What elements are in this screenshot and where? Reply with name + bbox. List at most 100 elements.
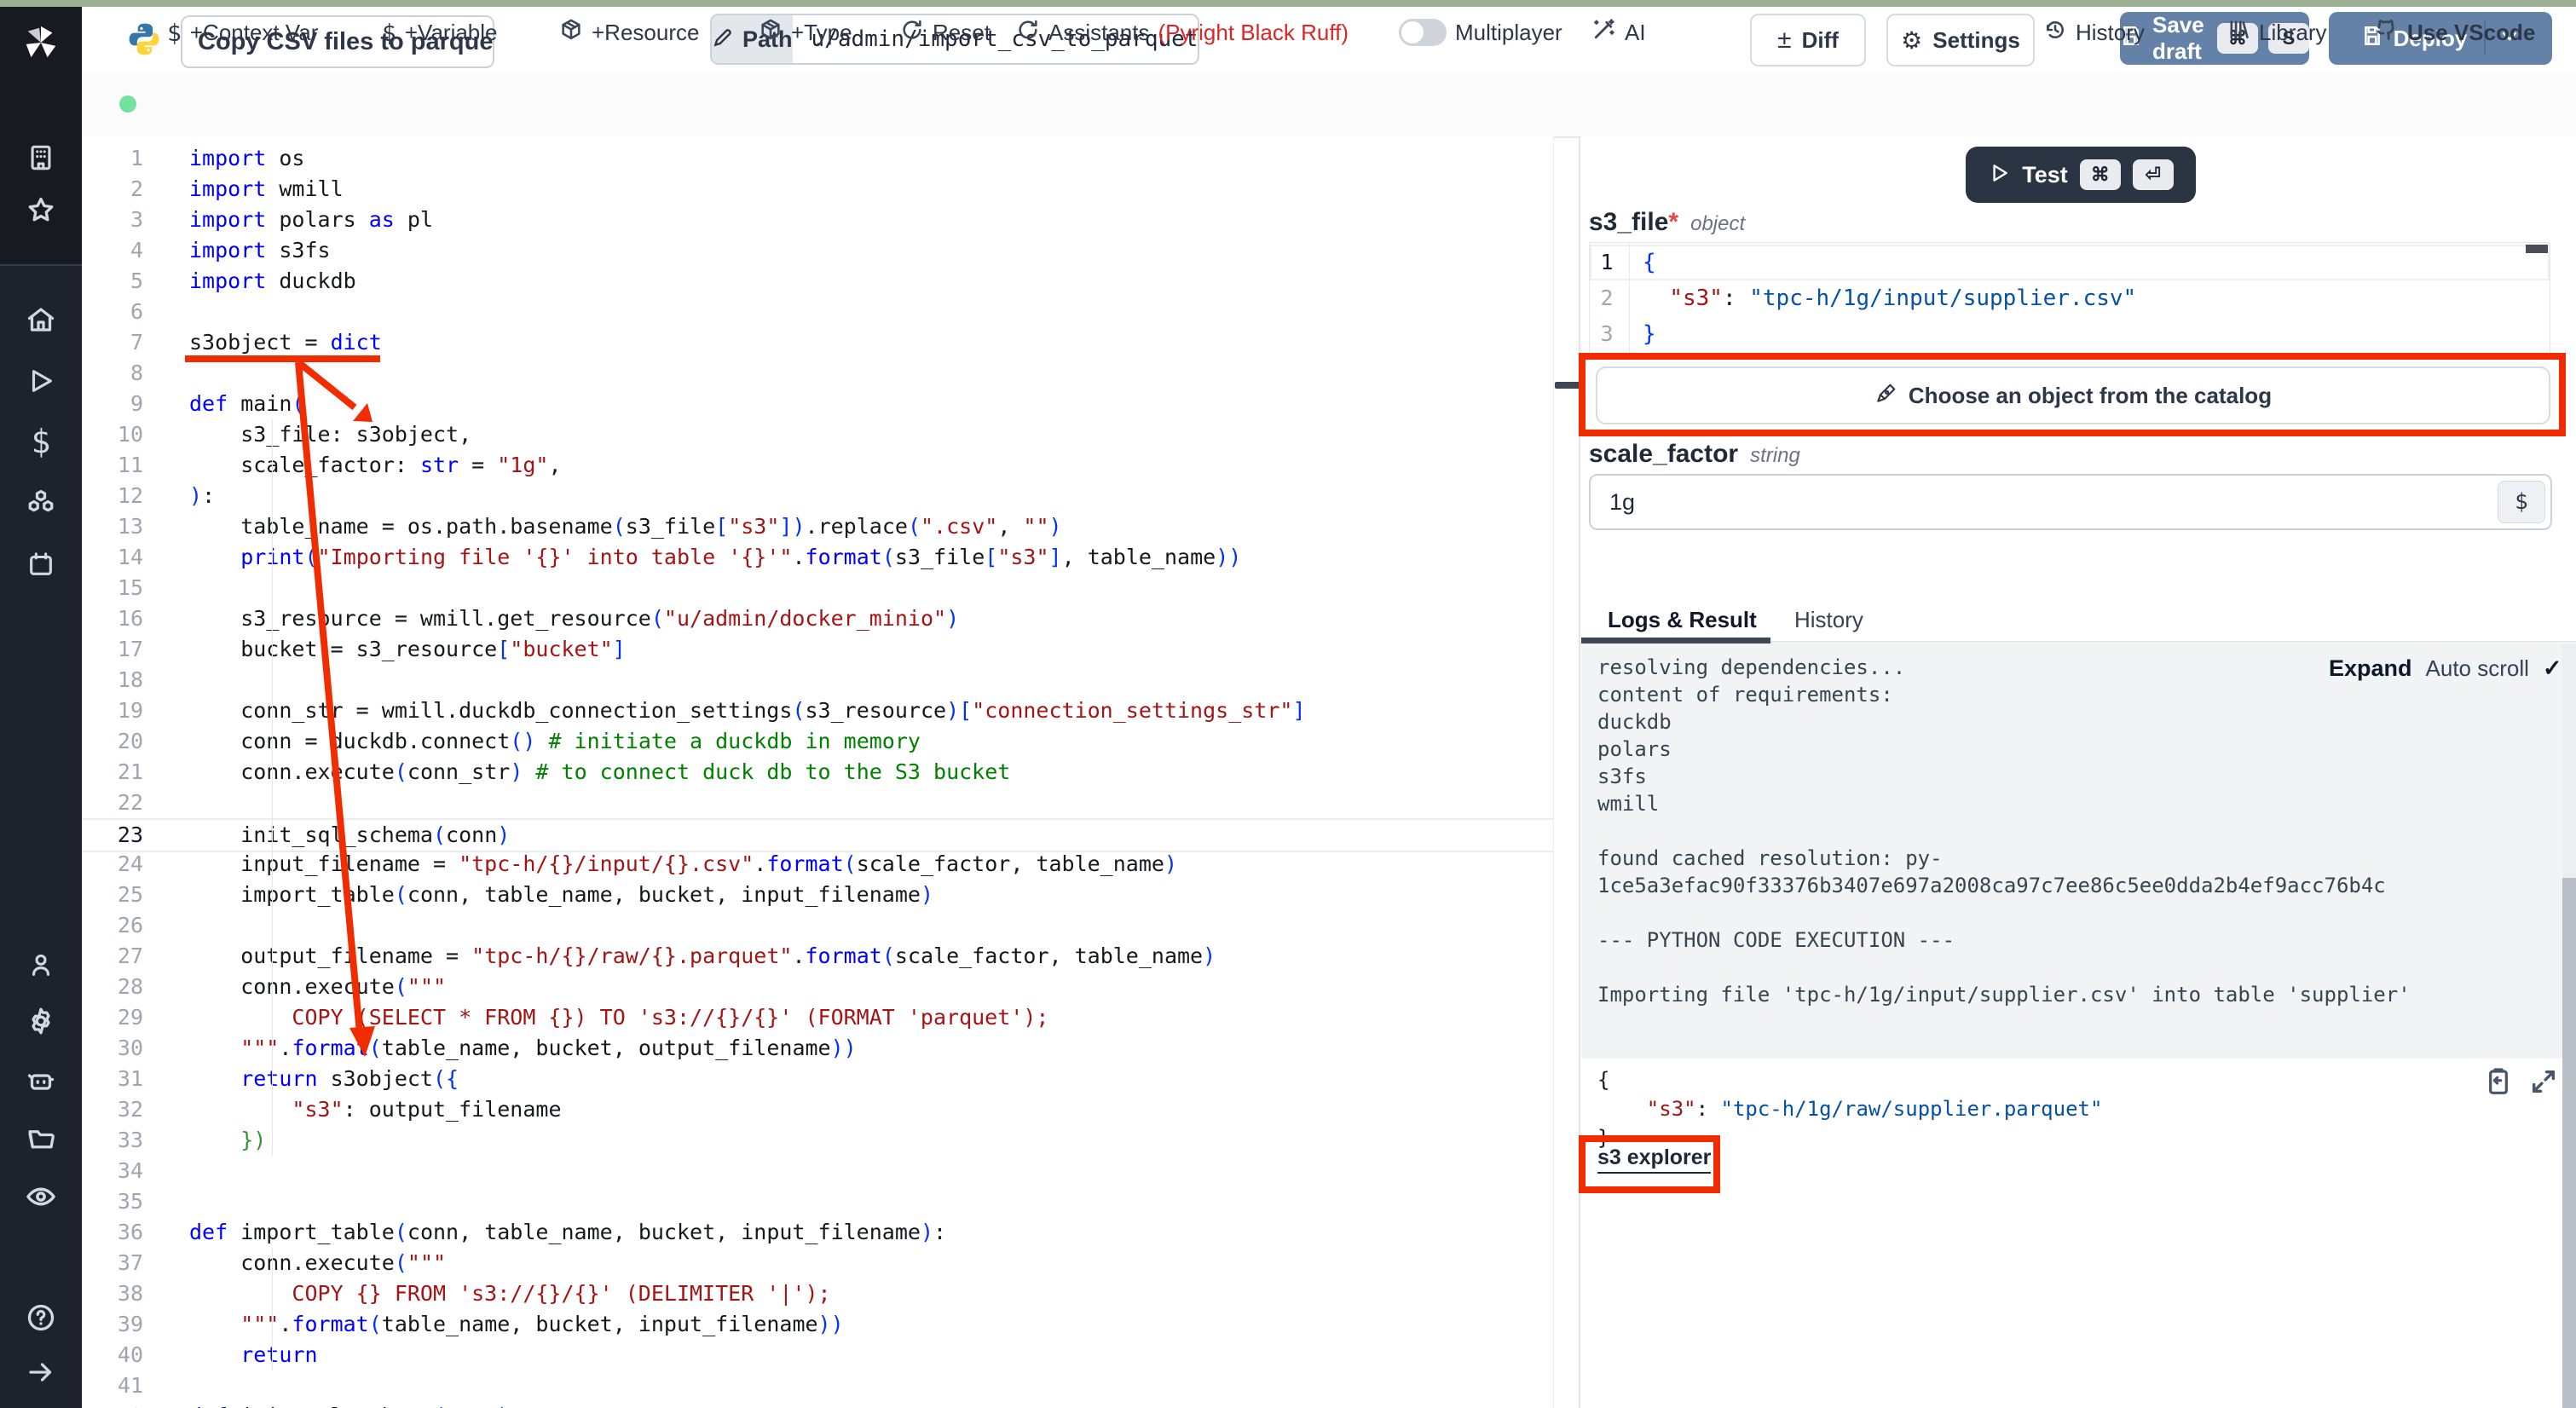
s3-explorer-link[interactable]: s3 explorer	[1597, 1145, 1711, 1174]
arg1-json-editor[interactable]: 1{2 "s3": "tpc-h/1g/input/supplier.csv"3…	[1589, 242, 2550, 355]
magic-wand-icon	[1591, 17, 1616, 49]
result-json-line: {	[1597, 1065, 2102, 1094]
add-type-button[interactable]: +Type	[759, 0, 852, 65]
code-line[interactable]: 2import wmill	[82, 174, 1553, 205]
sidebar-item-favorites[interactable]	[0, 187, 82, 234]
panel-divider[interactable]	[1579, 136, 1580, 1408]
code-line[interactable]: 12):	[82, 481, 1553, 511]
code-line[interactable]: 30 """.format(table_name, bucket, output…	[82, 1033, 1553, 1064]
code-line[interactable]: 8	[82, 358, 1553, 389]
code-line[interactable]: 41	[82, 1370, 1553, 1401]
library-button[interactable]: Library	[2227, 0, 2326, 65]
expand-logs-button[interactable]: Expand	[2329, 655, 2412, 682]
sidebar-item-home[interactable]	[0, 296, 82, 343]
code-line[interactable]: 19 conn_str = wmill.duckdb_connection_se…	[82, 695, 1553, 726]
panel-divider-handle[interactable]	[1555, 382, 1580, 389]
sidebar-item-workers[interactable]	[0, 1057, 82, 1105]
diff-button[interactable]: ± Diff	[1750, 14, 1866, 66]
reset-button[interactable]: Reset	[900, 0, 991, 65]
code-line[interactable]: 39 """.format(table_name, bucket, input_…	[82, 1309, 1553, 1340]
code-line[interactable]: 17 bucket = s3_resource["bucket"]	[82, 634, 1553, 665]
code-line[interactable]: 36def import_table(conn, table_name, buc…	[82, 1217, 1553, 1248]
code-line[interactable]: 10 s3_file: s3object,	[82, 419, 1553, 450]
test-button[interactable]: Test ⌘ ⏎	[1966, 147, 2196, 203]
code-line[interactable]: 24 input_filename = "tpc-h/{}/input/{}.c…	[82, 849, 1553, 880]
panel-scrollbar-thumb[interactable]	[2562, 878, 2576, 1408]
code-line[interactable]: 26	[82, 910, 1553, 941]
copy-result-button[interactable]	[2485, 1065, 2512, 1102]
add-context-var-button[interactable]: $ +Context Var	[167, 0, 318, 65]
code-line[interactable]: 23 init_sql_schema(conn)	[82, 818, 1553, 852]
autoscroll-checkbox[interactable]: ✓	[2543, 655, 2562, 682]
help-icon[interactable]	[0, 1294, 82, 1342]
choose-object-button[interactable]: Choose an object from the catalog	[1596, 366, 2550, 424]
multiplayer-toggle[interactable]: Multiplayer	[1399, 0, 1562, 65]
json-editor-line[interactable]: 1{	[1590, 245, 2550, 280]
code-line[interactable]: 9def main(	[82, 389, 1553, 419]
code-line[interactable]: 5import duckdb	[82, 266, 1553, 297]
autoscroll-label: Auto scroll	[2426, 655, 2529, 682]
mini-scrollbar-thumb[interactable]	[2526, 245, 2548, 253]
code-line[interactable]: 40 return	[82, 1340, 1553, 1370]
code-line[interactable]: 25 import_table(conn, table_name, bucket…	[82, 880, 1553, 910]
sidebar-item-settings[interactable]	[0, 997, 82, 1045]
sidebar-item-users[interactable]	[0, 941, 82, 989]
ai-button[interactable]: AI	[1591, 0, 1646, 65]
code-line[interactable]: 16 s3_resource = wmill.get_resource("u/a…	[82, 603, 1553, 634]
add-resource-button[interactable]: +Resource	[559, 0, 699, 65]
code-line[interactable]: 38 COPY {} FROM 's3://{}/{}' (DELIMITER …	[82, 1278, 1553, 1309]
code-line[interactable]: 6	[82, 297, 1553, 327]
code-line[interactable]: 14 print("Importing file '{}' into table…	[82, 542, 1553, 573]
code-line[interactable]: 3import polars as pl	[82, 205, 1553, 235]
code-line[interactable]: 22	[82, 788, 1553, 818]
code-line[interactable]: 7s3object = dict	[82, 327, 1553, 358]
assistants-button[interactable]: Assistants (Pyright Black Ruff)	[1016, 0, 1349, 65]
code-line[interactable]: 27 output_filename = "tpc-h/{}/raw/{}.pa…	[82, 941, 1553, 972]
windmill-logo-icon[interactable]	[0, 19, 82, 66]
sidebar-item-variables[interactable]: $	[0, 418, 82, 465]
settings-button[interactable]: ⚙ Settings	[1886, 14, 2035, 66]
code-line[interactable]: 15	[82, 573, 1553, 603]
code-line[interactable]: 21 conn.execute(conn_str) # to connect d…	[82, 757, 1553, 788]
package-icon	[559, 18, 583, 48]
history-button[interactable]: History	[2043, 0, 2145, 65]
code-line[interactable]: 4import s3fs	[82, 235, 1553, 266]
sidebar-item-schedules[interactable]	[0, 540, 82, 588]
code-line[interactable]: 1import os	[82, 143, 1553, 174]
add-variable-button[interactable]: $ +Variable	[382, 0, 498, 65]
code-line[interactable]: 32 "s3": output_filename	[82, 1094, 1553, 1125]
variable-picker-button[interactable]: $	[2498, 481, 2545, 523]
sidebar-item-folders[interactable]	[0, 1115, 82, 1163]
pencil-icon	[712, 26, 734, 53]
code-line[interactable]: 18	[82, 665, 1553, 695]
code-line[interactable]: 34	[82, 1156, 1553, 1186]
use-vscode-button[interactable]: Use VScode	[2373, 0, 2535, 65]
arg2-input[interactable]: 1g $	[1589, 474, 2552, 530]
code-line[interactable]: 11 scale_factor: str = "1g",	[82, 450, 1553, 481]
code-line[interactable]: 29 COPY (SELECT * FROM {}) TO 's3://{}/{…	[82, 1002, 1553, 1033]
required-asterisk: *	[1668, 208, 1678, 237]
sidebar-item-resources[interactable]	[0, 479, 82, 527]
expand-sidebar-icon[interactable]	[0, 1348, 82, 1396]
expand-result-button[interactable]	[2529, 1067, 2558, 1100]
code-line[interactable]: 35	[82, 1186, 1553, 1217]
tab-logs-result[interactable]: Logs & Result	[1608, 607, 1757, 633]
code-line[interactable]: 28 conn.execute("""	[82, 972, 1553, 1002]
windmill-script-editor: $ Copy CSV files to parquet Path u/admin…	[0, 0, 2576, 1408]
refresh-icon	[900, 18, 924, 48]
code-line[interactable]: 13 table_name = os.path.basename(s3_file…	[82, 511, 1553, 542]
tab-history[interactable]: History	[1794, 607, 1863, 633]
sidebar-divider	[0, 264, 82, 266]
json-editor-line[interactable]: 2 "s3": "tpc-h/1g/input/supplier.csv"	[1590, 280, 2550, 316]
sidebar-item-runs[interactable]	[0, 357, 82, 405]
json-editor-line[interactable]: 3}	[1590, 316, 2550, 352]
code-line[interactable]: 31 return s3object({	[82, 1064, 1553, 1094]
code-line[interactable]: 42def init_sql_schema(conn):	[82, 1401, 1553, 1408]
code-line[interactable]: 37 conn.execute("""	[82, 1248, 1553, 1278]
code-editor[interactable]: 1import os2import wmill3import polars as…	[82, 136, 1553, 1408]
toggle-off-icon[interactable]	[1399, 19, 1447, 46]
sidebar-item-workspace[interactable]	[0, 134, 82, 182]
code-line[interactable]: 33 })	[82, 1125, 1553, 1156]
code-line[interactable]: 20 conn = duckdb.connect() # initiate a …	[82, 726, 1553, 757]
sidebar-item-audit-logs[interactable]	[0, 1173, 82, 1220]
